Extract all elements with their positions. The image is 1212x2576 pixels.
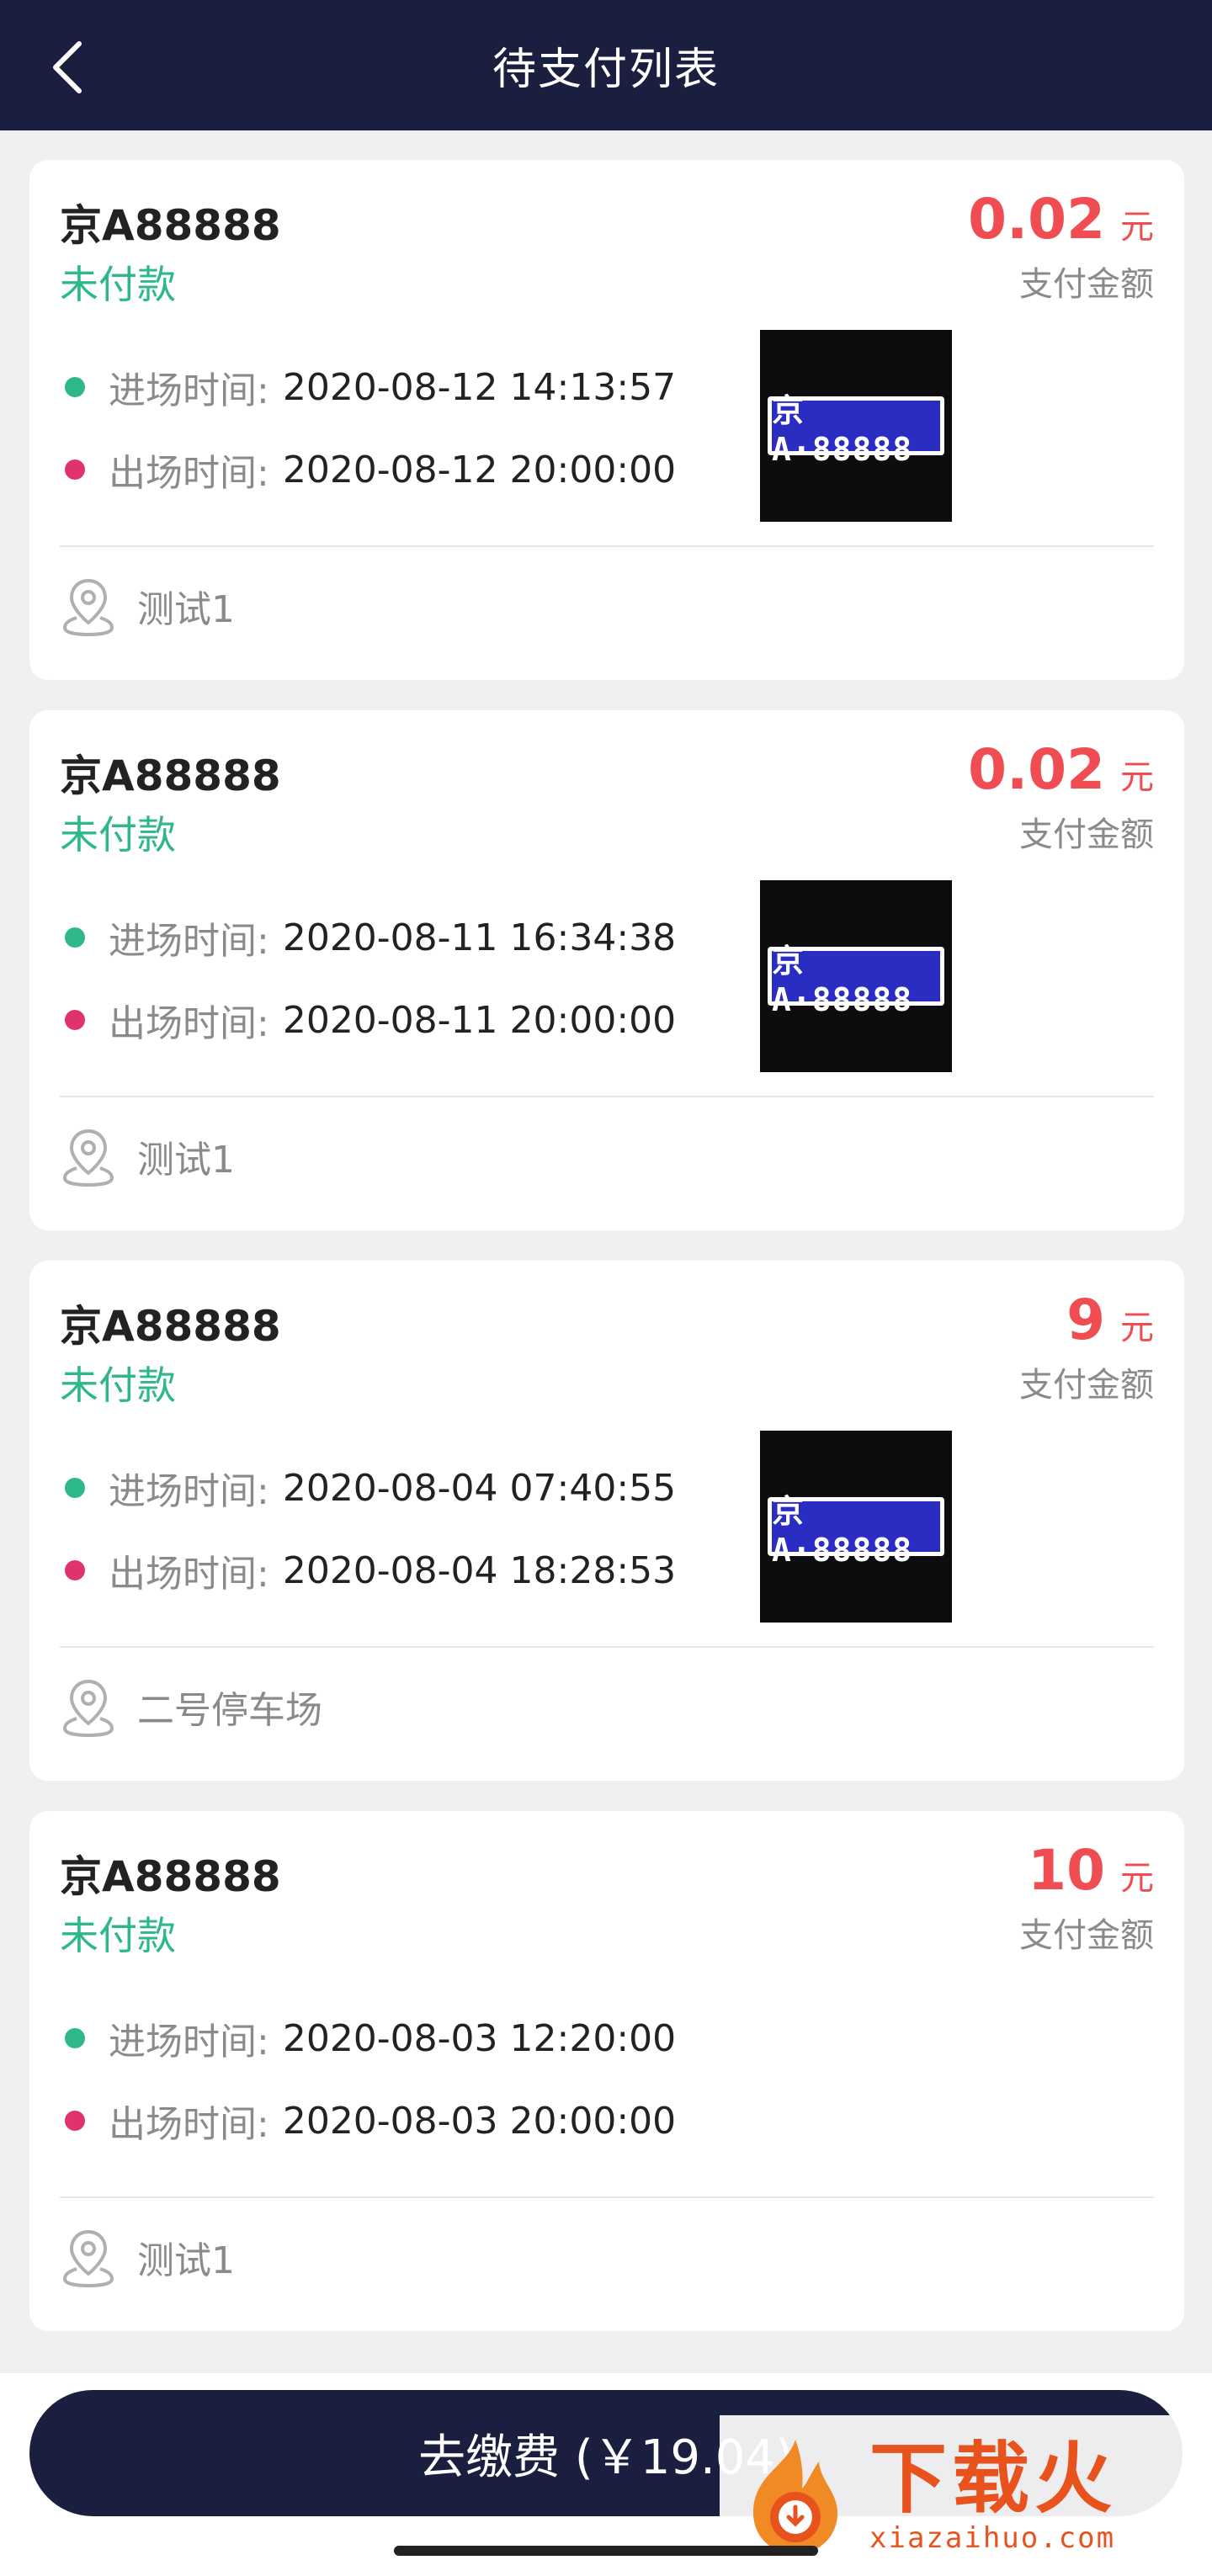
chevron-left-icon [53,41,82,93]
exit-time-label: 出场时间: [109,452,269,495]
page-title: 待支付列表 [492,45,720,95]
order-card[interactable]: 京A88888 未付款 0.02 元 支付金额 进场时间: 2020-08-11 … [29,710,1184,1230]
plate-number: 京A88888 [60,1852,281,1901]
entry-time-row: 进场时间: 2020-08-11 16:34:38 [60,911,676,964]
entry-time-row: 进场时间: 2020-08-12 14:13:57 [60,360,676,414]
license-plate-image: 京A·88888 [768,1493,944,1569]
entry-time-label: 进场时间: [109,369,269,412]
map-pin-icon [62,1129,114,1187]
amount-unit: 元 [1120,208,1154,247]
plate-number: 京A88888 [60,1302,281,1351]
amount-block: 0.02 元 支付金额 [968,187,1154,305]
amount-label: 支付金额 [1019,1916,1154,1955]
home-indicator [394,2546,818,2556]
divider [60,2196,1154,2198]
license-plate-image: 京A·88888 [768,392,944,468]
location-row: 测试1 [60,564,235,648]
entry-time-value: 2020-08-12 14:13:57 [282,365,677,409]
entry-time-value: 2020-08-04 07:40:55 [282,1466,677,1510]
payment-status: 未付款 [60,1913,176,1958]
amount-value: 0.02 [968,737,1105,802]
red-dot-icon [65,459,85,480]
map-pin-icon [62,2229,114,2287]
divider [60,545,1154,547]
amount-unit: 元 [1120,1859,1154,1898]
order-card[interactable]: 京A88888 未付款 10 元 支付金额 进场时间: 2020-08-03 12… [29,1811,1184,2331]
order-list: 京A88888 未付款 0.02 元 支付金额 进场时间: 2020-08-12 … [29,160,1184,2361]
exit-time-label: 出场时间: [109,2103,269,2146]
flame-logo-icon [753,2439,837,2554]
parking-lot-name: 测试1 [137,2239,235,2282]
payment-status: 未付款 [60,262,176,307]
photo-plate-text: 京A·88888 [772,1493,940,1569]
payment-status: 未付款 [60,1362,176,1408]
location-row: 测试1 [60,2215,235,2299]
amount-block: 0.02 元 支付金额 [968,737,1154,856]
parking-lot-name: 测试1 [137,588,235,631]
parking-lot-name: 测试1 [137,1139,235,1182]
plate-photo[interactable]: 京A·88888 [760,1431,952,1623]
photo-plate-text: 京A·88888 [772,943,940,1018]
watermark-title: 下载火 [869,2433,1118,2524]
order-card[interactable]: 京A88888 未付款 0.02 元 支付金额 进场时间: 2020-08-12 … [29,160,1184,680]
map-pin-icon [62,578,114,636]
plate-photo[interactable]: 京A·88888 [760,330,952,522]
amount-block: 9元 支付金额 [1019,1288,1154,1406]
amount-unit: 元 [1120,1309,1154,1347]
divider [60,1646,1154,1648]
amount-value: 10 [1028,1838,1105,1903]
amount-value: 9 [1066,1288,1105,1352]
license-plate-image: 京A·88888 [768,943,944,1018]
amount-value: 0.02 [968,187,1105,252]
exit-time-row: 出场时间: 2020-08-12 20:00:00 [60,443,676,497]
exit-time-value: 2020-08-03 20:00:00 [282,2099,677,2143]
entry-time-value: 2020-08-03 12:20:00 [282,2016,677,2060]
exit-time-row: 出场时间: 2020-08-04 18:28:53 [60,1543,676,1597]
plate-number: 京A88888 [60,752,281,800]
exit-time-label: 出场时间: [109,1553,269,1596]
map-pin-icon [62,1679,114,1737]
amount-block: 10 元 支付金额 [1019,1838,1154,1957]
green-dot-icon [65,377,85,397]
exit-time-row: 出场时间: 2020-08-03 20:00:00 [60,2094,676,2148]
amount-label: 支付金额 [1019,265,1154,304]
exit-time-label: 出场时间: [109,1002,269,1045]
amount-unit: 元 [1120,758,1154,797]
green-dot-icon [65,927,85,948]
exit-time-value: 2020-08-11 20:00:00 [282,998,677,1042]
location-row: 二号停车场 [60,1665,322,1749]
entry-time-row: 进场时间: 2020-08-04 07:40:55 [60,1461,676,1515]
back-button[interactable] [34,34,101,101]
nav-bar: 待支付列表 [0,0,1212,130]
green-dot-icon [65,2028,85,2048]
parking-lot-name: 二号停车场 [137,1689,322,1732]
red-dot-icon [65,1010,85,1030]
plate-number: 京A88888 [60,201,281,250]
order-card[interactable]: 京A88888 未付款 9元 支付金额 进场时间: 2020-08-04 07:… [29,1261,1184,1781]
entry-time-row: 进场时间: 2020-08-03 12:20:00 [60,2011,676,2065]
entry-time-label: 进场时间: [109,1470,269,1513]
watermark-subtitle: xiazaihuo.com [869,2520,1116,2555]
red-dot-icon [65,1560,85,1580]
divider [60,1096,1154,1097]
photo-plate-text: 京A·88888 [772,392,940,468]
payment-status: 未付款 [60,812,176,858]
exit-time-value: 2020-08-12 20:00:00 [282,448,677,491]
amount-label: 支付金额 [1019,1366,1154,1405]
entry-time-label: 进场时间: [109,2021,269,2063]
red-dot-icon [65,2111,85,2131]
plate-photo[interactable]: 京A·88888 [760,880,952,1072]
exit-time-value: 2020-08-04 18:28:53 [282,1548,677,1592]
entry-time-value: 2020-08-11 16:34:38 [282,916,677,959]
location-row: 测试1 [60,1114,235,1198]
exit-time-row: 出场时间: 2020-08-11 20:00:00 [60,993,676,1047]
amount-label: 支付金额 [1019,815,1154,854]
entry-time-label: 进场时间: [109,920,269,963]
green-dot-icon [65,1478,85,1498]
